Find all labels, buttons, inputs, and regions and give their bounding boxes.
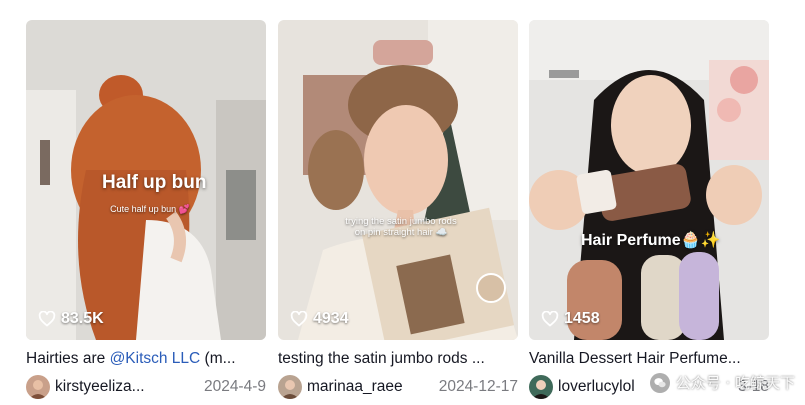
like-count-value: 83.5K <box>61 310 104 327</box>
avatar[interactable] <box>26 375 50 399</box>
video-thumbnail[interactable]: Hair Perfume🧁✨ 1458 <box>529 20 769 340</box>
thumbnail-image <box>529 20 769 340</box>
thumbnail-image <box>278 20 518 340</box>
video-meta: marinaa_raee 2024-12-17 <box>278 375 518 399</box>
watermark: 公众号 · 吃鲸天下 <box>649 372 795 393</box>
video-thumbnail[interactable]: Half up bun Cute half up bun 💕 83.5K <box>26 20 266 340</box>
video-caption[interactable]: Hairties are @Kitsch LLC (m... <box>26 349 266 369</box>
heart-outline-icon <box>38 311 56 327</box>
mention-link[interactable]: @Kitsch LLC <box>110 350 201 367</box>
video-overlay-subtitle: trying the satin jumbo rods on pin strai… <box>345 216 457 238</box>
video-card[interactable]: Half up bun Cute half up bun 💕 83.5K Hai… <box>26 20 266 399</box>
video-card[interactable]: Hair Perfume🧁✨ 1458 Vanilla Dessert Hair… <box>529 20 769 399</box>
video-caption[interactable]: Vanilla Dessert Hair Perfume... <box>529 349 769 369</box>
like-count-value: 4934 <box>313 310 349 327</box>
avatar[interactable] <box>278 375 302 399</box>
video-overlay-title: Hair Perfume🧁✨ <box>581 232 721 249</box>
video-overlay-title: Half up bun <box>102 172 207 193</box>
video-card[interactable]: trying the satin jumbo rods on pin strai… <box>278 20 518 399</box>
like-count: 1458 <box>541 310 600 328</box>
like-count: 4934 <box>290 310 349 328</box>
post-date: 2024-12-17 <box>438 378 518 395</box>
watermark-text: 公众号 · 吃鲸天下 <box>675 374 795 392</box>
like-count: 83.5K <box>38 310 104 328</box>
heart-outline-icon <box>290 311 308 327</box>
username-link[interactable]: marinaa_raee <box>307 378 403 396</box>
video-caption[interactable]: testing the satin jumbo rods ... <box>278 349 518 369</box>
video-thumbnail[interactable]: trying the satin jumbo rods on pin strai… <box>278 20 518 340</box>
username-link[interactable]: kirstyeeliza... <box>55 378 145 396</box>
caption-text: Hairties are <box>26 350 110 367</box>
video-overlay-subtitle: Cute half up bun 💕 <box>110 204 190 214</box>
avatar[interactable] <box>529 375 553 399</box>
post-date: 2024-4-9 <box>203 378 266 395</box>
username-link[interactable]: loverlucylol <box>558 378 635 396</box>
wechat-icon <box>649 372 670 393</box>
heart-outline-icon <box>541 311 559 327</box>
video-meta: kirstyeeliza... 2024-4-9 <box>26 375 266 399</box>
caption-text-suffix: (m... <box>200 350 236 367</box>
like-count-value: 1458 <box>564 310 600 327</box>
